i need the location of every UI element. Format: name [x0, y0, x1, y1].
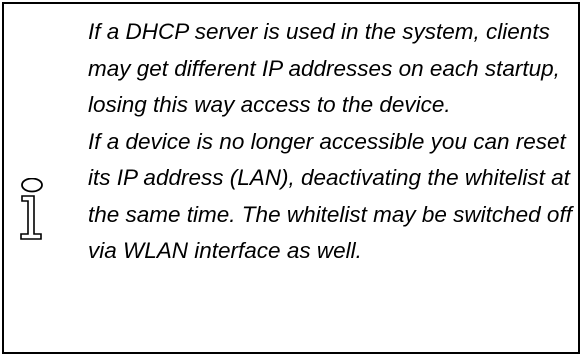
info-icon — [20, 178, 43, 240]
note-paragraph-dhcp: If a DHCP server is used in the system, … — [88, 19, 560, 117]
note-text: If a DHCP server is used in the system, … — [88, 14, 578, 270]
note-paragraph-reset: If a device is no longer accessible you … — [88, 128, 572, 264]
info-note-box: If a DHCP server is used in the system, … — [2, 2, 580, 354]
